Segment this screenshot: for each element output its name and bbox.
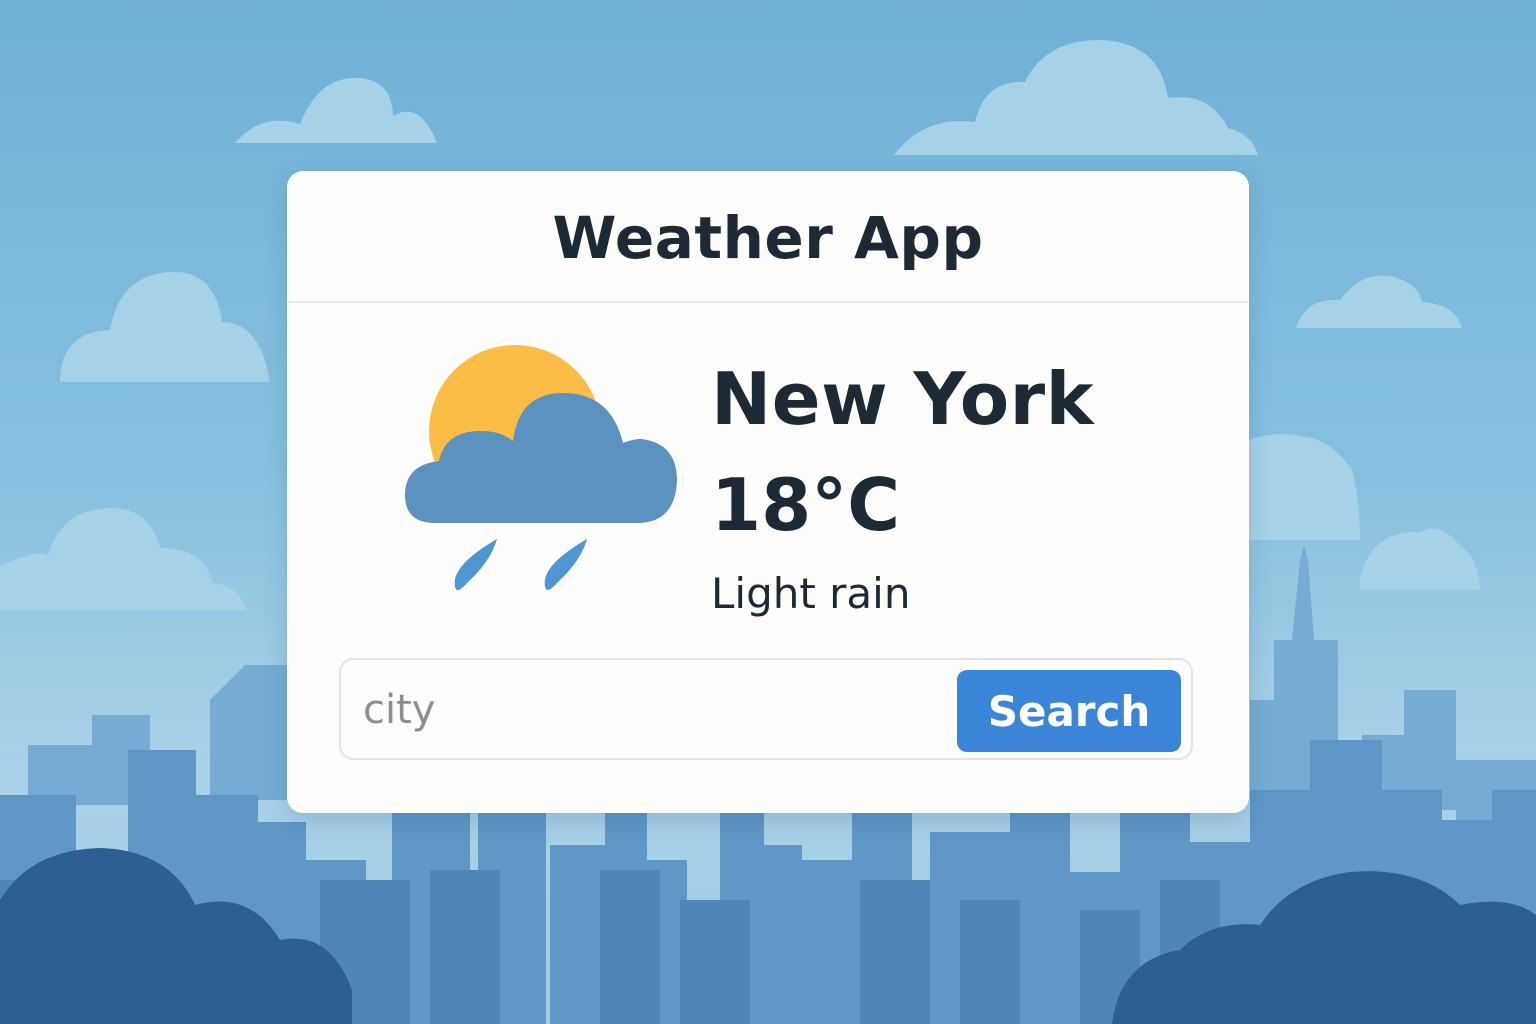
- app-title: Weather App: [552, 204, 984, 272]
- weather-info: New York 18°C Light rain: [711, 357, 1094, 621]
- weather-card: Weather App New York 18°C Light rain Sea…: [287, 171, 1249, 813]
- weather-condition: Light rain: [711, 569, 911, 618]
- search-button[interactable]: Search: [957, 670, 1181, 752]
- temperature: 18°C: [711, 463, 901, 547]
- sun-cloud-rain-icon: [405, 345, 677, 591]
- app-screen: Weather App New York 18°C Light rain Sea…: [0, 0, 1536, 1024]
- city-search-input[interactable]: [361, 674, 945, 746]
- city-name: New York: [711, 357, 1095, 441]
- search-bar: Search: [339, 658, 1193, 760]
- card-header: Weather App: [287, 171, 1249, 303]
